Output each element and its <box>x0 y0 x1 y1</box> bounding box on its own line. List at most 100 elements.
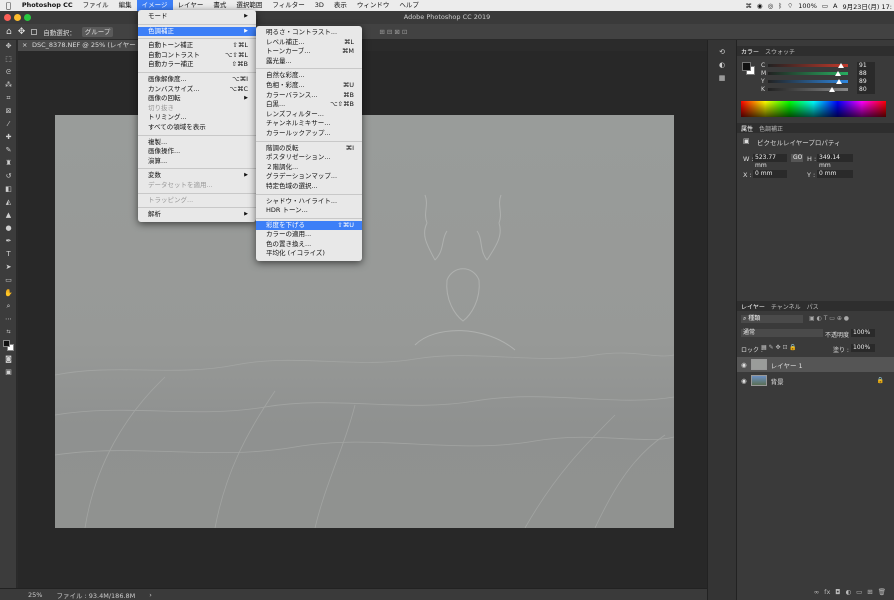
zoom-level[interactable]: 25% <box>28 591 42 599</box>
image-menu-item[interactable]: 演算... <box>138 157 256 167</box>
x-field[interactable]: 0 mm <box>753 170 787 178</box>
tab-layers[interactable]: レイヤー <box>741 302 765 311</box>
opacity-field[interactable]: 100% <box>851 329 875 337</box>
channel-value-field[interactable]: 80 <box>857 86 875 94</box>
image-menu-item[interactable]: 色調補正 ▶ <box>138 26 256 37</box>
image-menu-item[interactable]: 複製... <box>138 138 256 148</box>
adjust-menu-item[interactable]: カラーバランス... ⌘B <box>256 91 362 101</box>
menu-help[interactable]: ヘルプ <box>394 0 424 11</box>
menu-3d[interactable]: 3D <box>310 0 329 11</box>
crop-tool-icon[interactable]: ⌗ <box>0 92 17 105</box>
adjust-menu-item[interactable]: 平均化 (イコライズ) <box>256 249 362 259</box>
minimize-window-button[interactable] <box>14 14 21 21</box>
status-menu-chevron-icon[interactable]: › <box>149 591 152 599</box>
zoom-window-button[interactable] <box>24 14 31 21</box>
adjust-menu-item[interactable]: 自然な彩度... <box>256 71 362 81</box>
close-tab-icon[interactable]: × <box>22 40 27 51</box>
eye-icon[interactable]: ◉ <box>741 377 747 385</box>
brush-tool-icon[interactable]: ✎ <box>0 144 17 157</box>
sync-icon[interactable]: ◎ <box>768 2 774 10</box>
history-panel-icon[interactable]: ⟲ <box>708 46 736 59</box>
image-menu-item[interactable]: モード ▶ <box>138 12 256 22</box>
adjust-menu-item[interactable]: 明るさ・コントラスト... <box>256 28 362 38</box>
home-icon[interactable]: ⌂ <box>6 27 12 37</box>
channel-slider[interactable] <box>768 87 848 92</box>
channel-slider[interactable] <box>768 71 848 76</box>
close-window-button[interactable] <box>4 14 11 21</box>
adjust-menu-item[interactable]: グラデーションマップ... <box>256 172 362 182</box>
adjust-menu-item[interactable]: カラーの適用... <box>256 230 362 240</box>
adjust-menu-item[interactable]: レベル補正... ⌘L <box>256 38 362 48</box>
color-swatches-icon[interactable] <box>0 339 17 353</box>
eye-icon[interactable]: ◉ <box>741 361 747 369</box>
trash-icon[interactable]: 🗑 <box>878 588 886 600</box>
image-menu-item[interactable]: すべての領域を表示 <box>138 123 256 133</box>
clock[interactable]: 9月23日(月) 17: <box>842 1 892 11</box>
image-menu-item[interactable]: 画像の回転 ▶ <box>138 94 256 104</box>
file-info[interactable]: ファイル : 93.4M/186.8M <box>56 590 135 600</box>
fx-icon[interactable]: fx <box>824 588 830 600</box>
adjust-menu-item[interactable]: ポスタリゼーション... <box>256 153 362 163</box>
tab-swatches[interactable]: スウォッチ <box>765 47 795 56</box>
image-menu-item[interactable]: カンバスサイズ... ⌥⌘C <box>138 85 256 95</box>
channel-value-field[interactable]: 89 <box>857 78 875 86</box>
layer-filter-icons[interactable]: ▣ ◐ T ▭ ⊕ ● <box>809 315 849 322</box>
blend-mode-dropdown[interactable]: 通常 <box>741 329 823 337</box>
tab-paths[interactable]: パス <box>807 302 819 311</box>
apple-icon[interactable]:  <box>0 0 17 11</box>
image-menu-item[interactable]: 自動コントラスト ⌥⇧⌘L <box>138 51 256 61</box>
move-tool-icon[interactable]: ✥ <box>0 40 17 53</box>
image-menu-item[interactable]: 自動トーン補正 ⇧⌘L <box>138 41 256 51</box>
zoom-tool-icon[interactable]: ⌕ <box>0 300 17 313</box>
rectangle-tool-icon[interactable]: ▭ <box>0 274 17 287</box>
pen-tool-icon[interactable]: ✒ <box>0 235 17 248</box>
layer-row[interactable]: ◉ レイヤー 1 <box>737 357 894 372</box>
menu-app-name[interactable]: Photoshop CC <box>17 0 78 11</box>
channel-slider[interactable] <box>768 63 848 68</box>
align-icon[interactable]: ⊞ ⊟ ⊠ ⊡ <box>379 28 407 36</box>
path-select-tool-icon[interactable]: ➤ <box>0 261 17 274</box>
slider-thumb[interactable] <box>835 71 842 76</box>
adjustment-layer-icon[interactable]: ◐ <box>845 588 851 600</box>
adjust-menu-item[interactable]: レンズフィルター... <box>256 110 362 120</box>
height-field[interactable]: 349.14 mm <box>817 154 853 169</box>
image-menu-item[interactable]: 解析 ▶ <box>138 210 256 220</box>
eye-icon[interactable]: ◉ <box>757 2 763 10</box>
layer-filter-dropdown[interactable]: ⌕ 種類 <box>741 315 803 323</box>
image-menu-item[interactable]: 自動カラー補正 ⇧⌘B <box>138 60 256 70</box>
eyedropper-tool-icon[interactable]: ⁄ <box>0 118 17 131</box>
type-tool-icon[interactable]: T <box>0 248 17 261</box>
tab-properties[interactable]: 属性 <box>741 124 753 133</box>
lock-icons[interactable]: ▦ ✎ ✥ ⊡ 🔒 <box>761 344 797 351</box>
libraries-panel-icon[interactable]: ▦ <box>708 72 736 85</box>
quick-mask-icon[interactable]: ◙ <box>0 353 17 366</box>
more-tools-icon[interactable]: ⋯ <box>0 313 17 326</box>
adjust-menu-item[interactable]: 色相・彩度... ⌘U <box>256 81 362 91</box>
stamp-tool-icon[interactable]: ♜ <box>0 157 17 170</box>
blur-tool-icon[interactable]: ▲ <box>0 209 17 222</box>
slider-thumb[interactable] <box>836 79 843 84</box>
tab-adjustments[interactable]: 色調補正 <box>759 124 783 133</box>
swap-colors-icon[interactable]: ⇆ <box>0 326 17 339</box>
channel-value-field[interactable]: 91 <box>857 62 875 70</box>
auto-select-checkbox[interactable] <box>31 28 38 35</box>
menu-filter[interactable]: フィルター <box>267 0 309 11</box>
adjust-menu-item[interactable]: 階調の反転 ⌘I <box>256 144 362 154</box>
input-method-icon[interactable]: A <box>833 2 837 10</box>
color-spectrum[interactable] <box>741 101 886 117</box>
menu-window[interactable]: ウィンドウ <box>352 0 395 11</box>
auto-select-dropdown[interactable]: グループ <box>81 26 114 37</box>
document-tab[interactable]: × DSC_8378.NEF @ 25% (レイヤー 1, R <box>18 40 138 51</box>
fill-field[interactable]: 100% <box>851 344 875 352</box>
quick-select-tool-icon[interactable]: ⁂ <box>0 79 17 92</box>
screen-mode-icon[interactable]: ▣ <box>0 366 17 379</box>
image-menu-item[interactable]: 画像操作... <box>138 147 256 157</box>
color-fg-bg-swatches[interactable] <box>742 62 756 76</box>
hand-tool-icon[interactable]: ✋ <box>0 287 17 300</box>
channel-value-field[interactable]: 88 <box>857 70 875 78</box>
history-brush-tool-icon[interactable]: ↺ <box>0 170 17 183</box>
adjust-menu-item[interactable]: カラールックアップ... <box>256 129 362 139</box>
paint-bucket-tool-icon[interactable]: ◭ <box>0 196 17 209</box>
add-mask-icon[interactable]: ◘ <box>835 588 840 600</box>
new-layer-icon[interactable]: ⊞ <box>867 588 872 600</box>
